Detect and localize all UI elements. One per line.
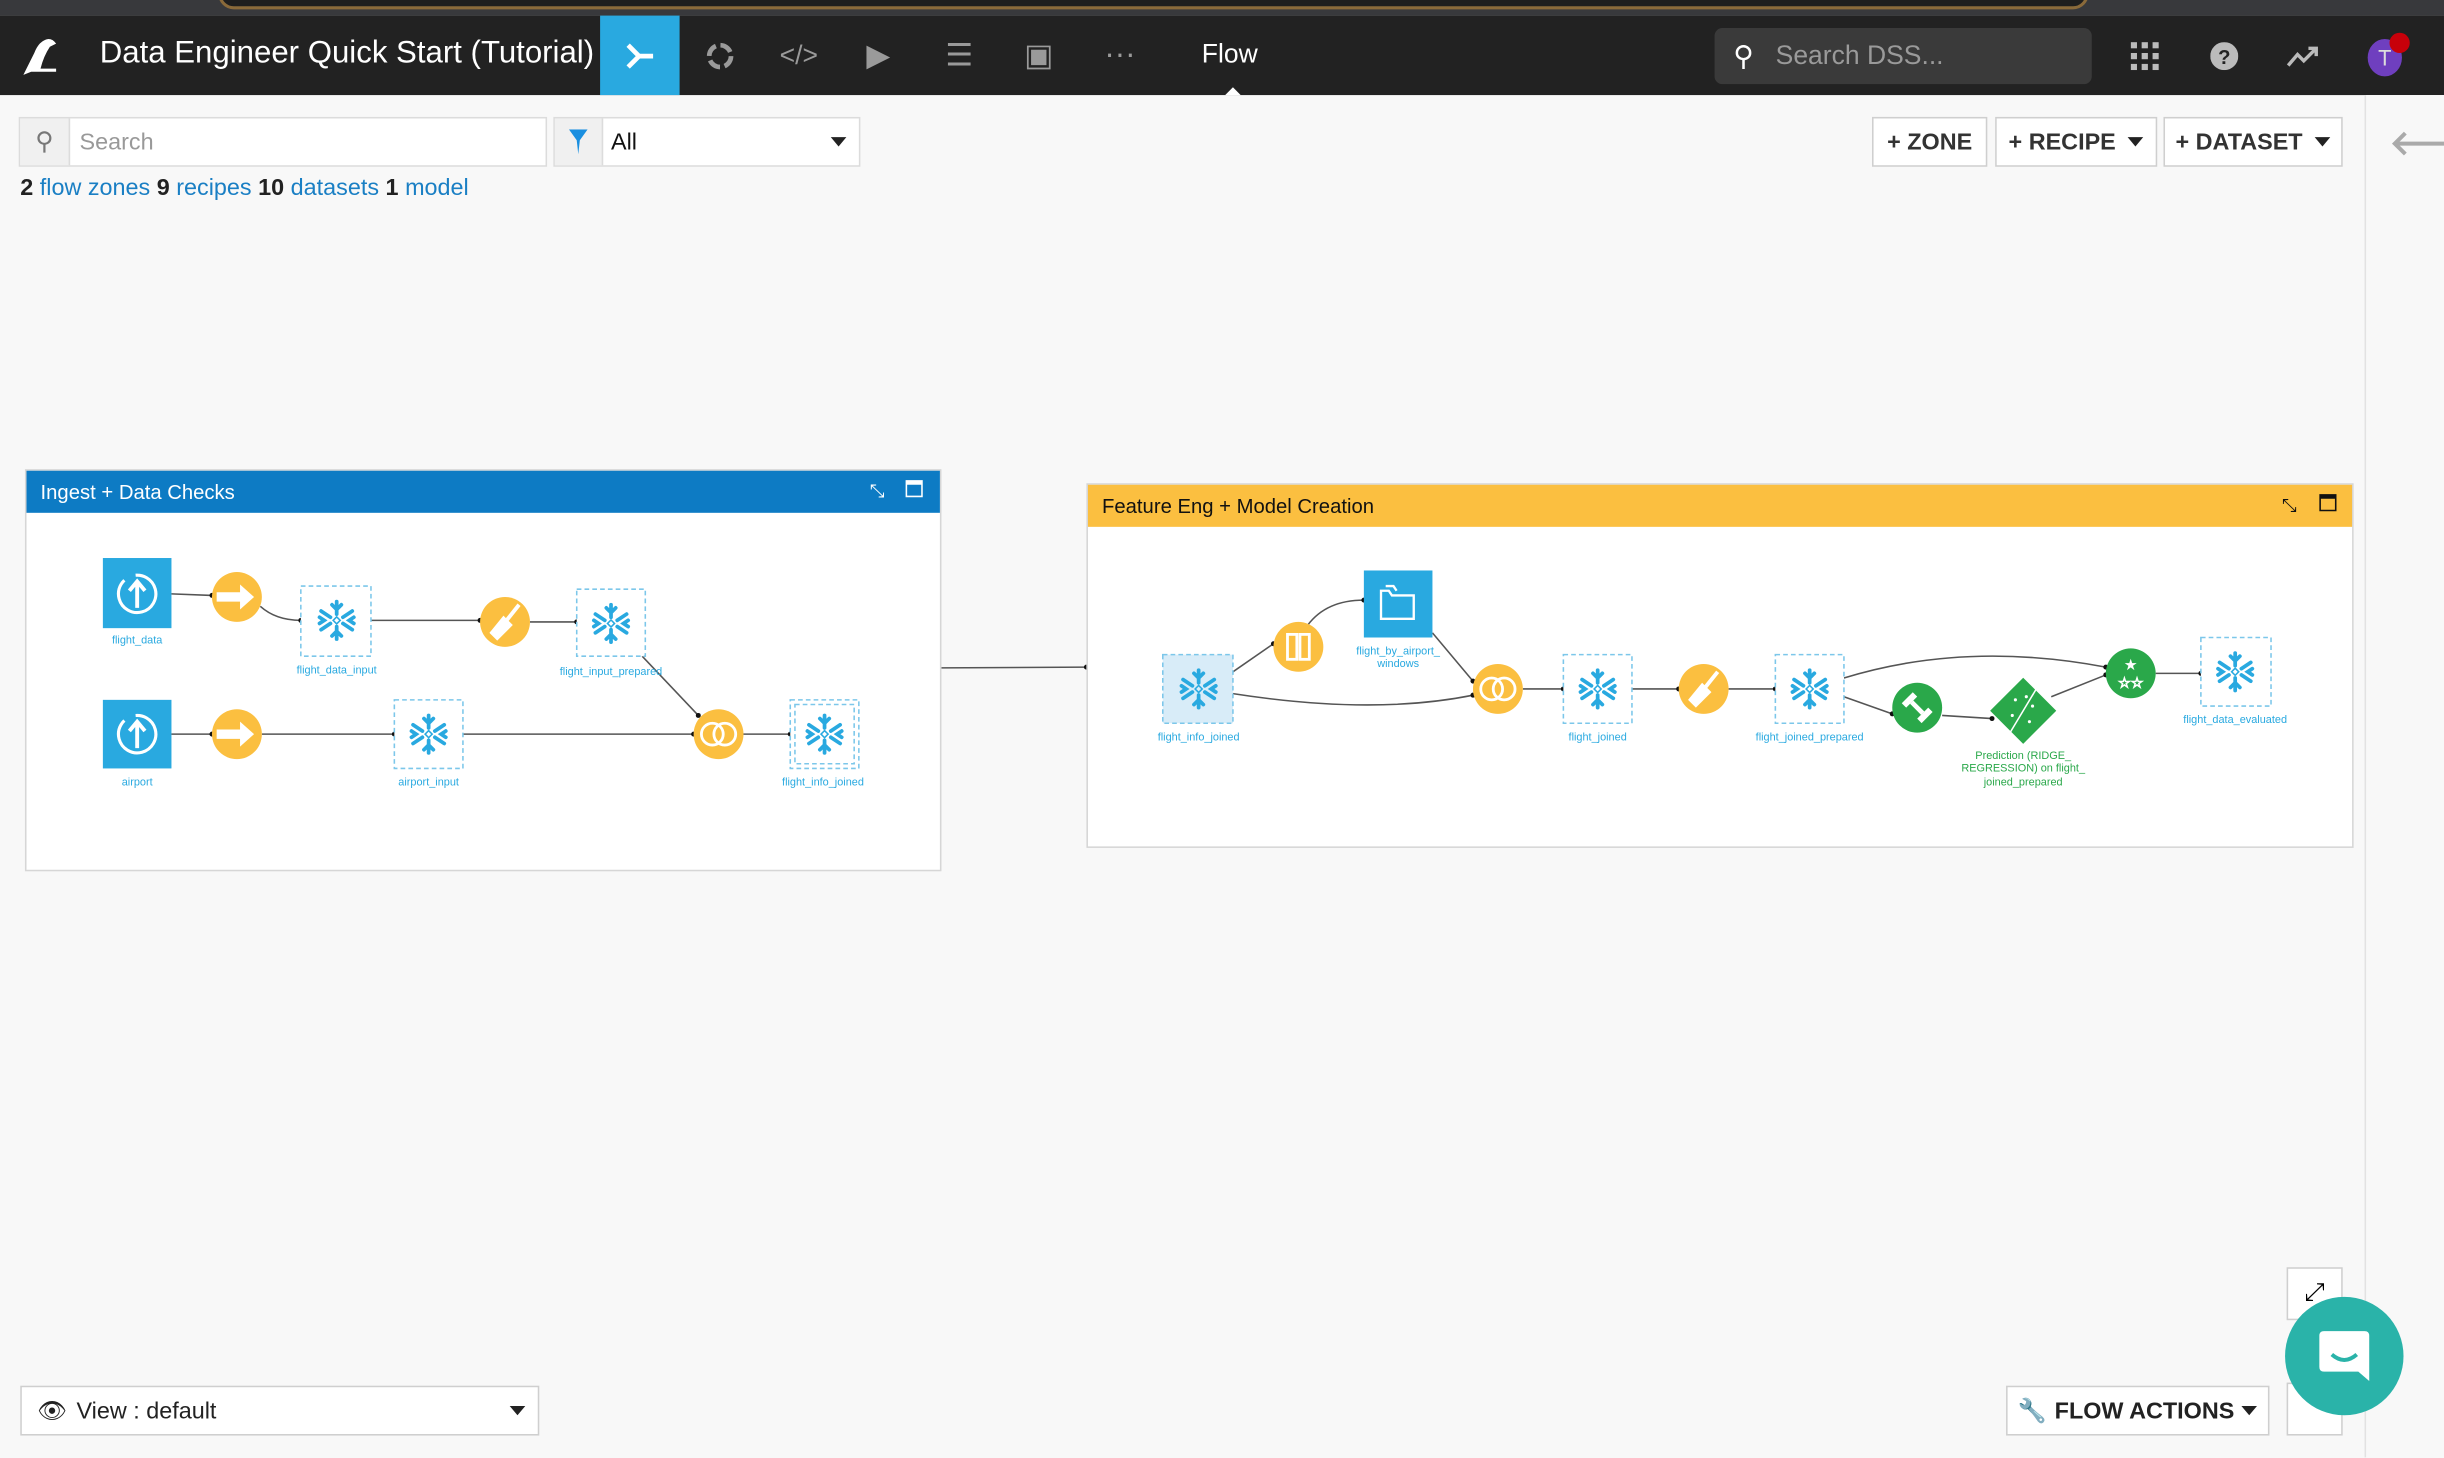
- flow-zone-feature-eng[interactable]: Feature Eng + Model Creation ⤡ flight_in…: [1086, 483, 2354, 848]
- folder-flight-by-airport-windows[interactable]: flight_by_airport_windows: [1356, 570, 1441, 670]
- app-window: Data Engineer Quick Start (Tutorial) </>…: [0, 0, 2444, 1458]
- view-label: View : default: [76, 1397, 217, 1424]
- eye-icon: 👁: [37, 1398, 68, 1425]
- dataset-flight-joined[interactable]: flight_joined: [1562, 653, 1633, 744]
- window-recipe[interactable]: [1273, 621, 1324, 672]
- prepare-recipe[interactable]: [1676, 662, 1731, 716]
- wrench-icon: 🔧: [2017, 1398, 2047, 1425]
- join-recipe[interactable]: [1471, 662, 1525, 716]
- svg-text:REGRESSION) on flight_: REGRESSION) on flight_: [1961, 763, 2086, 775]
- svg-text:windows: windows: [1376, 658, 1419, 670]
- chat-launcher[interactable]: [2285, 1296, 2404, 1416]
- right-panel: 🡐: [2364, 95, 2444, 1458]
- svg-text:Prediction (RIDGE_: Prediction (RIDGE_: [1975, 750, 2072, 762]
- dataset-flight-info-joined[interactable]: flight_info_joined: [1158, 653, 1240, 744]
- zone-graph: flight_info_joined flight_by_airport_win…: [1158, 570, 2287, 789]
- svg-text:flight_joined: flight_joined: [1569, 731, 1627, 743]
- chat-icon: [2319, 1331, 2370, 1382]
- notification-dot: [2389, 32, 2410, 53]
- chevron-down-icon: [2242, 1405, 2258, 1416]
- flow-actions-label: FLOW ACTIONS: [2054, 1397, 2235, 1424]
- train-recipe[interactable]: [1892, 682, 1943, 733]
- score-recipe[interactable]: ★☆☆: [2105, 648, 2156, 699]
- avatar-initial: T: [2378, 45, 2392, 71]
- dataset-flight-data-evaluated[interactable]: flight_data_evaluated: [2183, 636, 2287, 727]
- collapse-arrow-icon[interactable]: 🡐: [2389, 123, 2444, 164]
- flow-actions-button[interactable]: 🔧 FLOW ACTIONS: [2006, 1385, 2270, 1436]
- svg-text:★: ★: [2124, 657, 2138, 674]
- svg-text:☆☆: ☆☆: [2118, 674, 2143, 690]
- svg-text:joined_prepared: joined_prepared: [1983, 777, 2063, 789]
- saved-model[interactable]: Prediction (RIDGE_REGRESSION) on flight_…: [1961, 677, 2086, 789]
- view-select[interactable]: 👁 View : default: [20, 1385, 540, 1436]
- svg-text:flight_by_airport_: flight_by_airport_: [1356, 646, 1441, 658]
- dataset-flight-joined-prepared[interactable]: flight_joined_prepared: [1756, 653, 1864, 744]
- svg-text:flight_joined_prepared: flight_joined_prepared: [1756, 731, 1864, 743]
- chevron-down-icon: [509, 1405, 526, 1416]
- svg-text:flight_info_joined: flight_info_joined: [1158, 731, 1240, 743]
- svg-text:flight_data_evaluated: flight_data_evaluated: [2183, 714, 2287, 726]
